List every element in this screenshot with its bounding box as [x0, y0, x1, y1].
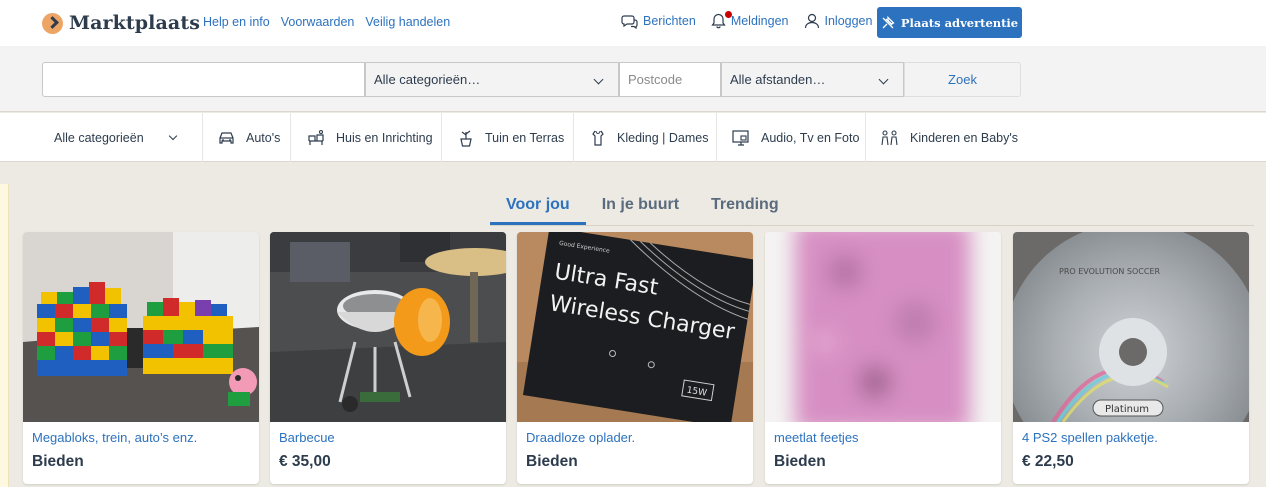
- distance-select-value: Alle afstanden…: [730, 72, 826, 87]
- chevron-down-icon: [878, 74, 889, 85]
- distance-select[interactable]: Alle afstanden…: [721, 62, 904, 97]
- category-label: Kinderen en Baby's: [910, 130, 1019, 145]
- top-header: Marktplaats Help en info Voorwaarden Vei…: [0, 0, 1266, 46]
- monitor-icon: [732, 129, 749, 146]
- category-item-autos[interactable]: Auto's: [217, 113, 280, 162]
- listing-title[interactable]: meetlat feetjes: [774, 430, 859, 445]
- listing-price: Bieden: [526, 453, 578, 470]
- category-select-value: Alle categorieën…: [374, 72, 481, 87]
- category-item-kleding[interactable]: Kleding | Dames: [589, 113, 709, 162]
- listing-price: Bieden: [32, 453, 84, 470]
- category-item-huis[interactable]: Huis en Inrichting: [306, 113, 433, 162]
- feed-section: Voor jou In je buurt Trending Megabloks,…: [0, 163, 1266, 487]
- chevron-down-icon: [593, 74, 604, 85]
- kids-icon: [881, 129, 898, 145]
- clothing-icon: [592, 130, 604, 146]
- safe-trading-link[interactable]: Veilig handelen: [365, 15, 450, 29]
- tabs-divider: [490, 225, 1254, 226]
- login-label: Inloggen: [824, 14, 873, 28]
- user-icon: [804, 13, 819, 29]
- postcode-input[interactable]: Postcode: [619, 62, 721, 97]
- user-nav: Berichten Meldingen Inloggen: [621, 11, 887, 29]
- messages-label: Berichten: [643, 14, 696, 28]
- category-label: Auto's: [246, 130, 281, 145]
- listing-card[interactable]: PRO EVOLUTION SOCCER Platinum 4 PS2 spel…: [1013, 232, 1249, 484]
- category-item-tuin[interactable]: Tuin en Terras: [457, 113, 564, 162]
- chat-icon: [621, 14, 638, 29]
- pin-icon: [882, 15, 895, 28]
- category-label: Kleding | Dames: [617, 130, 709, 145]
- listing-card[interactable]: meetlat feetjes Bieden: [765, 232, 1001, 484]
- listing-price: € 22,50: [1022, 453, 1074, 470]
- login-button[interactable]: Inloggen: [804, 13, 873, 29]
- category-label: Huis en Inrichting: [336, 130, 433, 145]
- listing-title[interactable]: Megabloks, trein, auto’s enz.: [32, 430, 197, 445]
- disc-title-text: PRO EVOLUTION SOCCER: [1059, 267, 1160, 276]
- listing-card[interactable]: Megabloks, trein, auto’s enz. Bieden: [23, 232, 259, 484]
- listing-image[interactable]: Ultra Fast Wireless Charger Good Experie…: [517, 232, 753, 422]
- bell-icon: [711, 13, 726, 29]
- marktplaats-logo[interactable]: Marktplaats: [42, 12, 200, 34]
- chevron-down-icon: [168, 131, 177, 140]
- listing-image[interactable]: [765, 232, 1001, 422]
- disc-platinum-label: Platinum: [1105, 404, 1149, 415]
- all-categories-dropdown[interactable]: Alle categorieën: [54, 113, 177, 162]
- furniture-icon: [308, 129, 324, 145]
- notifications-label: Meldingen: [730, 14, 789, 28]
- search-button[interactable]: Zoek: [904, 62, 1021, 97]
- terms-link[interactable]: Voorwaarden: [281, 15, 355, 29]
- plant-icon: [460, 130, 472, 147]
- category-item-kinderen[interactable]: Kinderen en Baby's: [880, 113, 1018, 162]
- listing-title[interactable]: Draadloze oplader.: [526, 430, 635, 445]
- listing-image[interactable]: [270, 232, 506, 422]
- messages-button[interactable]: Berichten: [621, 14, 696, 29]
- category-label: Tuin en Terras: [485, 130, 565, 145]
- listing-price: Bieden: [774, 453, 826, 470]
- category-item-audio[interactable]: Audio, Tv en Foto: [731, 113, 859, 162]
- all-categories-label: Alle categorieën: [54, 130, 144, 145]
- notifications-button[interactable]: Meldingen: [711, 11, 789, 29]
- tab-in-je-buurt[interactable]: In je buurt: [586, 196, 695, 225]
- place-ad-label: Plaats advertentie: [900, 15, 1019, 30]
- help-link[interactable]: Help en info: [203, 15, 270, 29]
- logo-badge-icon: [42, 12, 63, 34]
- listing-price: € 35,00: [279, 453, 331, 470]
- feed-tabs: Voor jou In je buurt Trending: [490, 196, 795, 225]
- listing-card[interactable]: Ultra Fast Wireless Charger Good Experie…: [517, 232, 753, 484]
- listing-title[interactable]: Barbecue: [279, 430, 335, 445]
- car-icon: [219, 131, 234, 144]
- tab-trending[interactable]: Trending: [695, 196, 795, 225]
- category-label: Audio, Tv en Foto: [761, 130, 860, 145]
- notification-dot: [724, 11, 732, 18]
- category-bar: Alle categorieën Auto's Huis en Inrichti…: [0, 113, 1266, 162]
- tab-voor-jou[interactable]: Voor jou: [490, 196, 586, 225]
- side-banner-edge: [0, 184, 9, 487]
- listing-image[interactable]: PRO EVOLUTION SOCCER Platinum: [1013, 232, 1249, 422]
- listing-title[interactable]: 4 PS2 spellen pakketje.: [1022, 430, 1158, 445]
- help-links: Help en info Voorwaarden Veilig handelen: [203, 15, 450, 29]
- search-input[interactable]: [42, 62, 365, 97]
- listing-image[interactable]: [23, 232, 259, 422]
- category-select[interactable]: Alle categorieën…: [365, 62, 619, 97]
- place-ad-button[interactable]: Plaats advertentie: [877, 7, 1022, 38]
- listing-card[interactable]: Barbecue € 35,00: [270, 232, 506, 484]
- search-bar: Alle categorieën… Postcode Alle afstande…: [0, 46, 1266, 112]
- logo-text: Marktplaats: [69, 12, 200, 34]
